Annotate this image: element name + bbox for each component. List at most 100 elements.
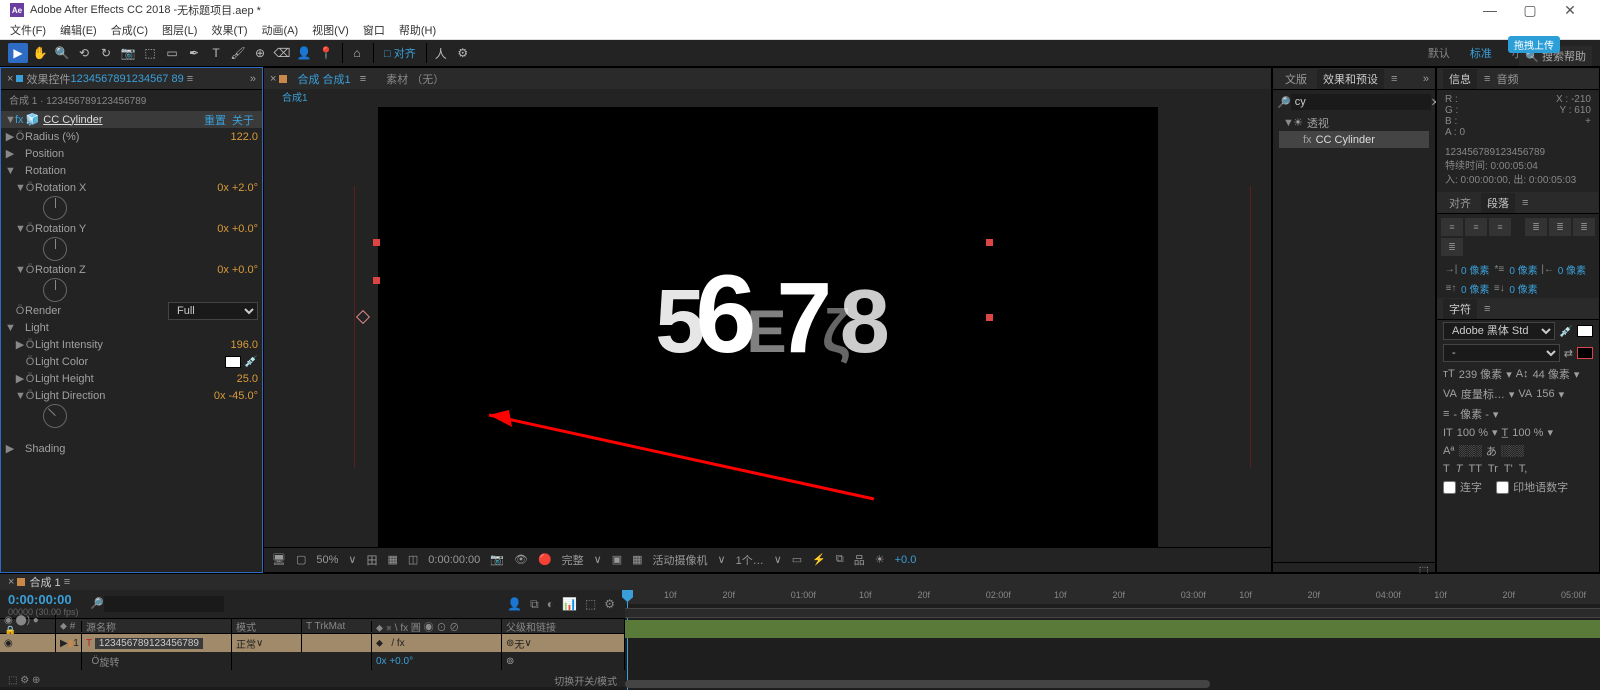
rotation-value[interactable]: 0x +0.0° — [372, 652, 502, 670]
audio-tab[interactable]: 音频 — [1490, 69, 1524, 89]
info-tab[interactable]: 信息 — [1443, 69, 1477, 89]
selection-tool[interactable]: ▶ — [8, 43, 28, 63]
eyedropper-icon[interactable]: 💉 — [1559, 325, 1573, 338]
font-style-dropdown[interactable]: - — [1443, 344, 1560, 362]
maximize-button[interactable]: ▢ — [1510, 2, 1550, 19]
swap-icon[interactable]: ⇄ — [1564, 347, 1573, 360]
zoom-tool[interactable]: 🔍 — [52, 43, 72, 63]
timeline-ruler[interactable]: 10f20f 01:00f10f 20f02:00f 10f20f 03:00f… — [625, 590, 1600, 690]
light-intensity-value[interactable]: 196.0 — [230, 339, 258, 351]
justify-center[interactable]: ≣ — [1549, 218, 1571, 236]
align-left[interactable]: ≡ — [1441, 218, 1463, 236]
close-button[interactable]: ✕ — [1550, 2, 1590, 19]
comp-subtab[interactable]: 合成1 — [264, 89, 1271, 106]
rect-tool[interactable]: ▭ — [162, 43, 182, 63]
justify-left[interactable]: ≣ — [1525, 218, 1547, 236]
faux-bold[interactable]: T — [1443, 463, 1450, 475]
camera-tool[interactable]: 📷 — [118, 43, 138, 63]
radius-value[interactable]: 122.0 — [230, 131, 258, 143]
align-tab[interactable]: 对齐 — [1443, 193, 1477, 213]
minimize-button[interactable]: — — [1470, 2, 1510, 18]
character-tab[interactable]: 字符 — [1443, 299, 1477, 319]
snap-toggle[interactable]: □ 对齐 — [384, 45, 416, 61]
align-right[interactable]: ≡ — [1489, 218, 1511, 236]
workspace-text-tab[interactable]: 文版 — [1279, 69, 1313, 89]
preset-item[interactable]: CC Cylinder — [1316, 134, 1425, 146]
effects-search-input[interactable] — [1291, 94, 1431, 110]
justify-all[interactable]: ≣ — [1441, 238, 1463, 256]
faux-italic[interactable]: T — [1456, 463, 1463, 475]
brush-tool[interactable]: 🖌 — [228, 43, 248, 63]
timeline-tab[interactable]: 合成 1 — [29, 574, 60, 590]
stopwatch-icon[interactable]: Ö — [15, 131, 25, 143]
effects-presets-tab[interactable]: 效果和预设 — [1317, 69, 1384, 89]
small-caps[interactable]: Tr — [1488, 463, 1498, 475]
render-icon[interactable]: ⬚ ⚙ ⊕ — [8, 675, 40, 686]
subscript[interactable]: T, — [1519, 463, 1528, 475]
layer-name[interactable]: 123456789123456789 — [95, 638, 203, 649]
property-row[interactable]: Ö 旋转 0x +0.0° ⊚ — [0, 652, 625, 670]
motion-blur-icon[interactable]: ◐ — [547, 597, 554, 612]
eraser-tool[interactable]: ⌫ — [272, 43, 292, 63]
rotate-tool[interactable]: ↻ — [96, 43, 116, 63]
rot-y-value[interactable]: 0x +0.0° — [217, 223, 258, 235]
pan-behind-tool[interactable]: ⬚ — [140, 43, 160, 63]
type-tool[interactable]: T — [206, 43, 226, 63]
light-dir-value[interactable]: 0x -45.0° — [214, 390, 258, 402]
draft3d-icon[interactable]: ⬚ — [585, 597, 596, 612]
rot-x-value[interactable]: 0x +2.0° — [217, 182, 258, 194]
leading[interactable]: 44 像素 — [1533, 366, 1570, 382]
toggle-switches[interactable]: 切换开关/模式 — [554, 673, 617, 688]
footage-tab[interactable]: 素材 （无） — [386, 71, 444, 87]
refine-icon[interactable]: ⚙ — [453, 43, 473, 63]
tracking[interactable]: 156 — [1536, 388, 1554, 400]
menu-comp[interactable]: 合成(C) — [111, 22, 148, 38]
rot-z-value[interactable]: 0x +0.0° — [217, 264, 258, 276]
effect-name[interactable]: CC Cylinder — [43, 114, 204, 126]
justify-right[interactable]: ≣ — [1573, 218, 1595, 236]
menu-view[interactable]: 视图(V) — [312, 22, 349, 38]
playhead[interactable] — [627, 590, 628, 690]
viewer[interactable]: 56E7ζ8 — [264, 107, 1271, 547]
pen-tool[interactable]: ✒ — [184, 43, 204, 63]
align-center[interactable]: ≡ — [1465, 218, 1487, 236]
render-dropdown[interactable]: Full — [168, 302, 258, 320]
eyedropper-icon[interactable]: 💉 — [244, 355, 258, 368]
menu-layer[interactable]: 图层(L) — [162, 22, 197, 38]
clone-tool[interactable]: ⊕ — [250, 43, 270, 63]
switches-icon[interactable]: ⚙ — [604, 597, 615, 612]
stroke-color[interactable] — [1577, 347, 1593, 359]
twirl-icon[interactable]: ▼ — [5, 114, 15, 126]
about-link[interactable]: 关于 — [232, 112, 254, 128]
font-size[interactable]: 239 像素 — [1459, 366, 1502, 382]
rotation-y-dial[interactable] — [43, 237, 67, 261]
paragraph-tab[interactable]: 段落 — [1481, 193, 1515, 213]
upload-badge[interactable]: 拖拽上传 — [1508, 36, 1560, 53]
fill-color[interactable] — [1577, 325, 1593, 337]
superscript[interactable]: T' — [1504, 463, 1513, 475]
frame-blend-icon[interactable]: ⧉ — [530, 597, 539, 612]
all-caps[interactable]: TT — [1468, 463, 1481, 475]
home-icon[interactable]: ⌂ — [347, 43, 367, 63]
light-color-swatch[interactable] — [225, 356, 241, 368]
menu-window[interactable]: 窗口 — [363, 22, 385, 38]
roto-brush-icon[interactable]: 人 — [431, 43, 451, 63]
menu-edit[interactable]: 编辑(E) — [60, 22, 97, 38]
font-dropdown[interactable]: Adobe 黑体 Std — [1443, 322, 1555, 340]
workspace-standard[interactable]: 标准 — [1470, 45, 1492, 61]
shy-icon[interactable]: 👤 — [507, 597, 522, 612]
layer-row[interactable]: ◉ ▶ ▮ 1 T 123456789123456789 正常 ∨ ⬥ / fx… — [0, 634, 625, 652]
layer-bar[interactable] — [625, 620, 1600, 638]
hindi-checkbox[interactable] — [1496, 481, 1509, 494]
workspace-default[interactable]: 默认 — [1428, 45, 1450, 61]
ligatures-checkbox[interactable] — [1443, 481, 1456, 494]
light-height-value[interactable]: 25.0 — [237, 373, 258, 385]
reset-link[interactable]: 重置 — [204, 112, 226, 128]
menu-effect[interactable]: 效果(T) — [211, 22, 247, 38]
timeline-search[interactable] — [104, 596, 224, 612]
graph-icon[interactable]: 📊 — [562, 597, 577, 612]
orbit-tool[interactable]: ⟲ — [74, 43, 94, 63]
effect-controls-tab[interactable]: 效果控件 — [23, 71, 70, 87]
menu-file[interactable]: 文件(F) — [10, 22, 46, 38]
menu-anim[interactable]: 动画(A) — [262, 22, 299, 38]
